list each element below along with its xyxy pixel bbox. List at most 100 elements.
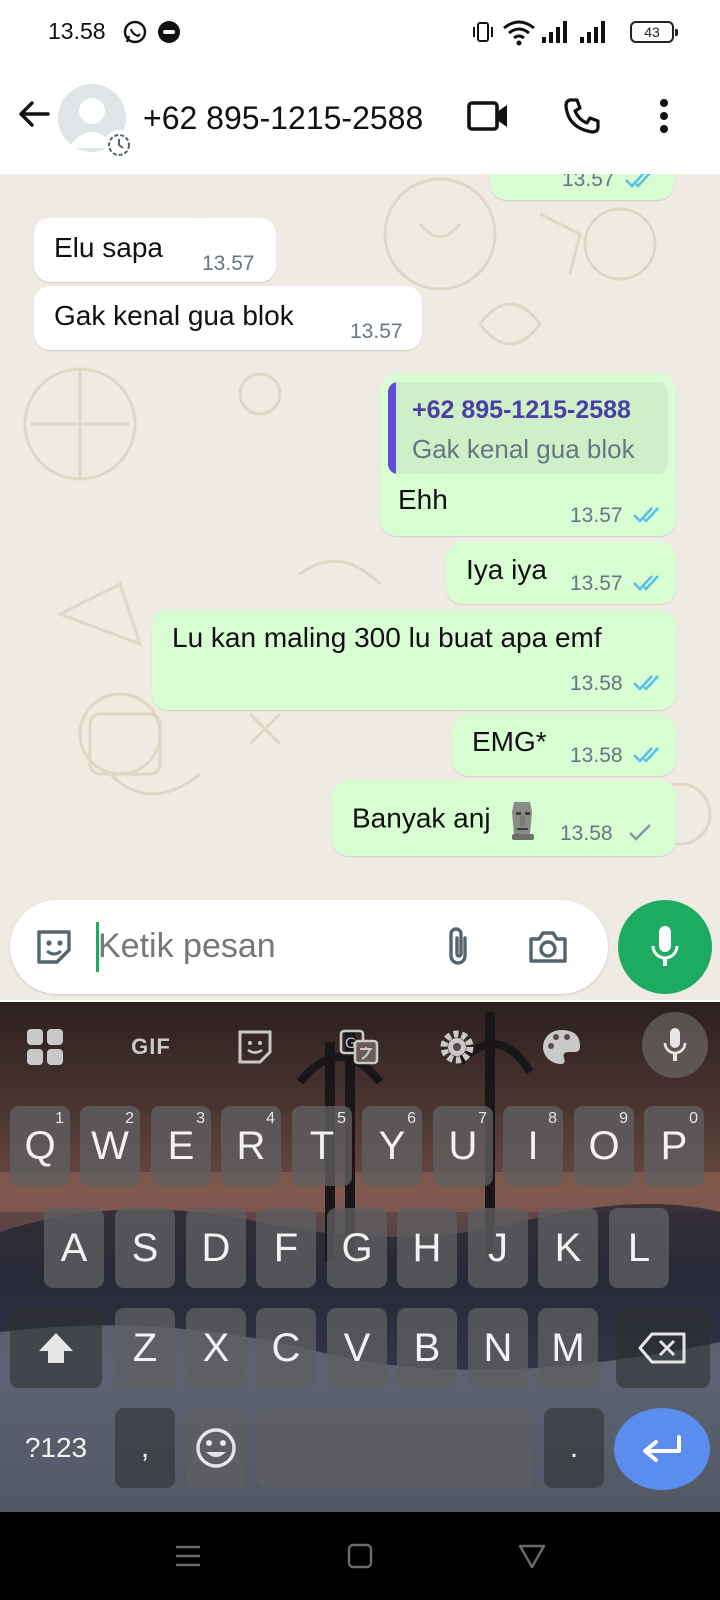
key-label: R [236, 1123, 266, 1168]
key-x[interactable]: X [186, 1308, 246, 1388]
wifi-icon [502, 18, 536, 46]
message-text: EMG* [472, 726, 547, 757]
whatsapp-notification-icon [122, 18, 148, 46]
message-input-placeholder: Ketik pesan [98, 927, 276, 965]
chat-area[interactable]: 13.57 Elu sapa 13.57 Gak kenal gua blok … [0, 174, 720, 1000]
status-time: 13.58 [48, 18, 106, 44]
keyboard-mic-icon [663, 1028, 687, 1061]
quoted-message[interactable]: +62 895-1215-2588 Gak kenal gua blok [388, 382, 668, 474]
key-hint: 2 [125, 1110, 134, 1127]
enter-key[interactable] [614, 1408, 710, 1490]
settings-gear-icon[interactable] [428, 1016, 486, 1078]
home-nav-icon[interactable] [344, 1540, 376, 1572]
message-bubble-incoming[interactable]: Gak kenal gua blok 13.57 [34, 286, 422, 350]
key-hint: 6 [407, 1110, 416, 1127]
message-bubble-outgoing[interactable]: 13.57 [490, 174, 674, 200]
key-q[interactable]: Q1 [10, 1106, 70, 1186]
message-text: Banyak anj [352, 798, 538, 842]
sticker-emoji-icon[interactable] [30, 923, 78, 971]
double-check-read-icon [633, 747, 659, 763]
translate-icon[interactable]: G [330, 1016, 388, 1078]
camera-icon[interactable] [524, 923, 572, 971]
apps-grid-icon[interactable] [16, 1016, 74, 1078]
moai-icon [512, 802, 535, 840]
key-z[interactable]: Z [115, 1308, 175, 1388]
message-time: 13.58 [570, 744, 623, 767]
key-u[interactable]: U7 [433, 1106, 493, 1186]
key-j[interactable]: J [468, 1208, 528, 1288]
message-time: 13.57 [202, 252, 255, 275]
message-time: 13.58 [560, 822, 613, 845]
message-input[interactable]: Ketik pesan [10, 900, 608, 994]
system-navigation-bar [0, 1512, 720, 1600]
key-r[interactable]: R4 [221, 1106, 281, 1186]
key-s[interactable]: S [115, 1208, 175, 1288]
key-m[interactable]: M [538, 1308, 598, 1388]
key-v[interactable]: V [327, 1308, 387, 1388]
sticker-icon[interactable] [226, 1016, 284, 1078]
key-e[interactable]: E3 [151, 1106, 211, 1186]
key-hint: 0 [689, 1110, 698, 1127]
back-nav-icon[interactable] [516, 1540, 548, 1572]
key-n[interactable]: N [468, 1308, 528, 1388]
key-k[interactable]: K [538, 1208, 598, 1288]
key-b[interactable]: B [397, 1308, 457, 1388]
key-hint: 3 [196, 1110, 205, 1127]
key-h[interactable]: H [397, 1208, 457, 1288]
message-bubble-outgoing[interactable]: Iya iya 13.57 [446, 542, 676, 604]
key-w[interactable]: W2 [80, 1106, 140, 1186]
backspace-key[interactable] [616, 1308, 710, 1388]
shift-arrow-icon [39, 1333, 73, 1363]
key-g[interactable]: G [327, 1208, 387, 1288]
chat-header: +62 895-1215-2588 [0, 64, 720, 174]
period-key[interactable]: . [544, 1408, 604, 1488]
symbols-key[interactable]: ?123 [10, 1408, 102, 1488]
message-text: Elu sapa [54, 232, 163, 263]
message-time: 13.57 [570, 504, 623, 527]
key-label: E [167, 1123, 195, 1168]
message-bubble-outgoing[interactable]: EMG* 13.58 [452, 714, 676, 776]
comma-key[interactable]: , [115, 1408, 175, 1488]
quoted-sender: +62 895-1215-2588 [412, 396, 631, 424]
key-d[interactable]: D [186, 1208, 246, 1288]
theme-palette-icon[interactable] [532, 1016, 590, 1078]
single-check-sent-icon [629, 824, 651, 841]
video-call-icon[interactable] [462, 90, 514, 142]
message-bubble-outgoing[interactable]: Lu kan maling 300 lu buat apa emf 13.58 [152, 610, 676, 710]
key-label: O [588, 1123, 620, 1168]
mic-icon [651, 926, 679, 966]
message-composer: Ketik pesan [0, 880, 720, 1000]
attach-icon[interactable] [434, 923, 482, 971]
more-options-icon[interactable] [638, 90, 690, 142]
key-a[interactable]: A [44, 1208, 104, 1288]
shift-key[interactable] [10, 1308, 102, 1388]
key-hint: 4 [266, 1110, 275, 1127]
key-t[interactable]: T5 [292, 1106, 352, 1186]
message-bubble-incoming[interactable]: Elu sapa 13.57 [34, 218, 276, 282]
key-o[interactable]: O9 [574, 1106, 634, 1186]
message-bubble-outgoing-reply[interactable]: +62 895-1215-2588 Gak kenal gua blok Ehh… [380, 374, 676, 536]
key-i[interactable]: I8 [503, 1106, 563, 1186]
menu-nav-icon[interactable] [172, 1540, 204, 1572]
key-l[interactable]: L [609, 1208, 669, 1288]
gif-button[interactable]: GIF [122, 1016, 180, 1078]
key-f[interactable]: F [256, 1208, 316, 1288]
backspace-icon [638, 1332, 686, 1364]
message-time: 13.58 [570, 672, 623, 695]
key-hint: 8 [548, 1110, 557, 1127]
key-c[interactable]: C [256, 1308, 316, 1388]
key-y[interactable]: Y6 [362, 1106, 422, 1186]
message-bubble-outgoing[interactable]: Banyak anj 13.58 [332, 780, 676, 856]
contact-name[interactable]: +62 895-1215-2588 [143, 100, 423, 137]
double-check-read-icon [633, 507, 659, 523]
voice-message-button[interactable] [618, 900, 712, 994]
key-hint: 1 [55, 1110, 64, 1127]
key-p[interactable]: P0 [644, 1106, 704, 1186]
double-check-read-icon [625, 174, 651, 188]
voice-call-icon[interactable] [556, 90, 608, 142]
back-arrow-icon[interactable] [14, 94, 54, 134]
space-key[interactable] [256, 1408, 532, 1488]
emoji-key[interactable] [186, 1408, 246, 1488]
enter-arrow-icon [643, 1435, 681, 1462]
keyboard-voice-input-button[interactable] [642, 1012, 708, 1078]
